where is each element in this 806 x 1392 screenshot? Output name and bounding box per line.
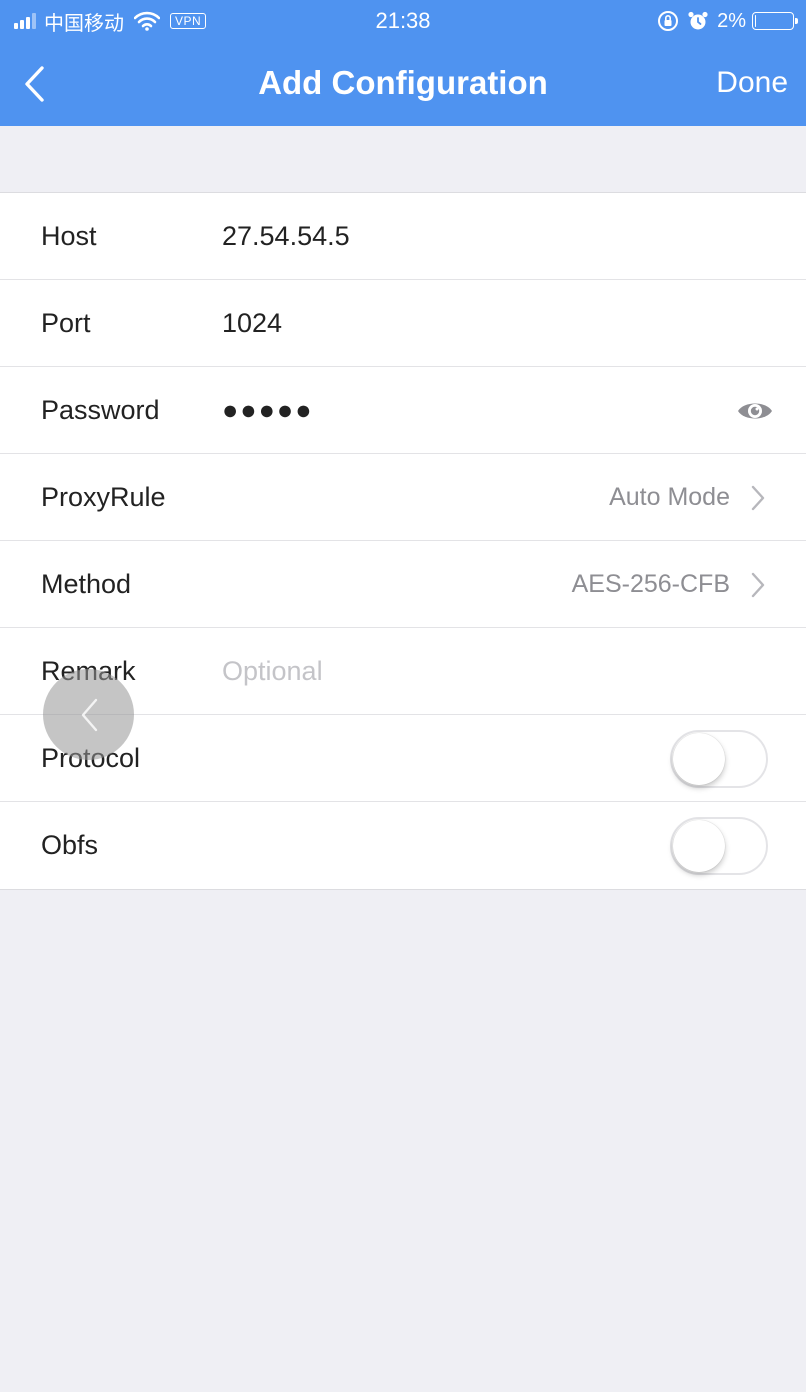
host-input[interactable]: 27.54.54.5 (222, 193, 350, 280)
screen: 中国移动 VPN 21:38 2% Add Configuration Done… (0, 0, 806, 1392)
battery-icon (752, 12, 798, 30)
configuration-form: Host 27.54.54.5 Port 1024 Password ●●●●●… (0, 192, 806, 890)
toggle-knob (673, 733, 725, 785)
password-row[interactable]: Password ●●●●● (0, 367, 806, 454)
page-title: Add Configuration (258, 64, 548, 101)
port-label: Port (41, 308, 91, 338)
toggle-knob (673, 820, 725, 872)
method-value: AES-256-CFB (571, 570, 730, 598)
obfs-toggle[interactable] (670, 817, 768, 875)
navigation-bar: Add Configuration Done (0, 44, 806, 126)
method-row[interactable]: Method AES-256-CFB (0, 541, 806, 628)
password-label: Password (41, 395, 160, 425)
obfs-row: Obfs (0, 802, 806, 889)
orientation-lock-icon (658, 11, 679, 31)
host-label: Host (41, 221, 97, 251)
alarm-icon (688, 11, 708, 30)
obfs-label: Obfs (41, 830, 99, 860)
port-row[interactable]: Port 1024 (0, 280, 806, 367)
host-row[interactable]: Host 27.54.54.5 (0, 193, 806, 280)
battery-level (755, 15, 756, 27)
eye-icon[interactable] (736, 398, 774, 424)
method-label: Method (41, 569, 132, 599)
floating-back-icon (81, 698, 97, 731)
done-button[interactable]: Done (716, 44, 788, 126)
proxy-rule-label: ProxyRule (41, 482, 166, 512)
protocol-toggle[interactable] (670, 730, 768, 788)
header: 中国移动 VPN 21:38 2% Add Configuration Done (0, 0, 806, 126)
proxy-rule-value: Auto Mode (609, 483, 730, 511)
status-right: 2% (657, 8, 798, 34)
port-input[interactable]: 1024 (222, 280, 282, 367)
chevron-right-icon (751, 572, 765, 598)
chevron-right-icon (751, 485, 765, 511)
battery-percent: 2% (717, 9, 746, 32)
proxy-rule-row[interactable]: ProxyRule Auto Mode (0, 454, 806, 541)
floating-back-button[interactable] (43, 669, 134, 760)
remark-input[interactable]: Optional (222, 628, 323, 715)
password-input[interactable]: ●●●●● (222, 367, 314, 454)
status-bar: 中国移动 VPN 21:38 2% (0, 0, 806, 44)
